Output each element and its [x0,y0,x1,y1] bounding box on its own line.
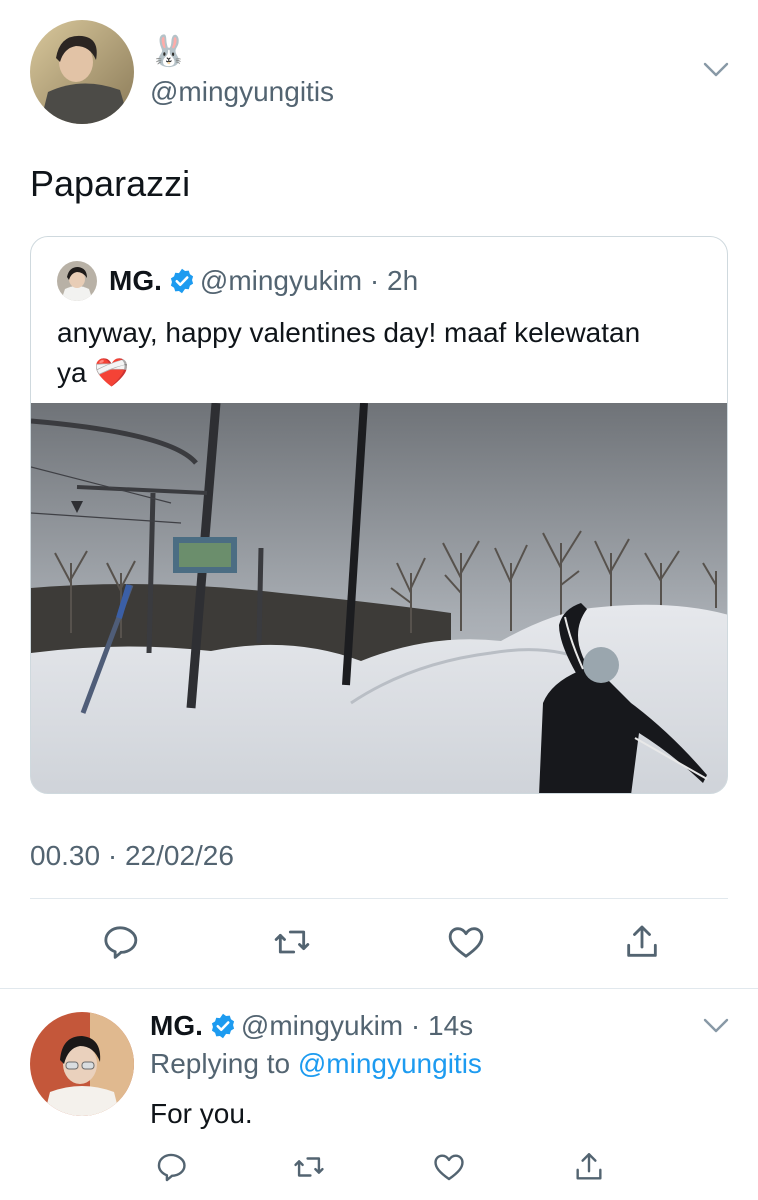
reply-time: 14s [428,1010,474,1041]
mending-heart-emoji: ❤️‍🩹 [94,357,130,388]
reply-icon[interactable] [100,922,140,962]
divider [30,898,728,899]
quoted-name[interactable]: MG. [109,265,162,296]
main-avatar[interactable] [30,20,134,124]
reply-tweet-text: For you. [150,1098,253,1129]
quoted-text-line-2: ya [57,357,87,388]
main-tweet-text: Paparazzi [30,163,191,204]
verified-badge-icon [168,267,196,295]
quoted-header: MG. @mingyukim · 2h [109,263,418,299]
like-icon[interactable] [432,1150,466,1184]
replying-to: Replying to @mingyungitis [150,1046,482,1082]
snow-scene-image [31,403,727,793]
divider [0,988,758,989]
verified-badge-icon [209,1012,237,1040]
retweet-icon[interactable] [272,922,312,962]
main-display-name: 🐰 [150,35,188,68]
replying-to-mention[interactable]: @mingyungitis [298,1048,482,1079]
quoted-tweet-card[interactable]: MG. @mingyukim · 2h anyway, happy valenti… [30,236,728,794]
quoted-separator: · [362,265,388,296]
reply-handle[interactable]: @mingyukim [241,1010,403,1041]
chevron-down-icon[interactable] [703,60,729,80]
quoted-time: 2h [387,265,419,296]
reply-name[interactable]: MG. [150,1010,203,1041]
retweet-icon[interactable] [292,1150,326,1184]
main-handle[interactable]: @mingyungitis [150,74,334,110]
avatar-photo [30,20,134,124]
replying-to-label: Replying to [150,1048,291,1079]
quoted-tweet-text: anyway, happy valentines day! maaf kelew… [57,313,707,393]
quoted-handle[interactable]: @mingyukim [200,265,362,296]
avatar-photo [30,1012,134,1116]
like-icon[interactable] [446,922,486,962]
quoted-avatar [57,261,97,301]
reply-separator: · [403,1010,429,1041]
reply-avatar[interactable] [30,1012,134,1116]
tweet-timestamp[interactable]: 00.30 · 22/02/26 [30,838,234,874]
chevron-down-icon[interactable] [703,1016,729,1036]
quoted-photo[interactable] [31,403,727,793]
quoted-text-line-1: anyway, happy valentines day! maaf kelew… [57,317,641,348]
share-icon[interactable] [572,1150,606,1184]
share-icon[interactable] [622,922,662,962]
reply-header: MG. @mingyukim · 14s [150,1008,473,1044]
reply-icon[interactable] [154,1150,188,1184]
